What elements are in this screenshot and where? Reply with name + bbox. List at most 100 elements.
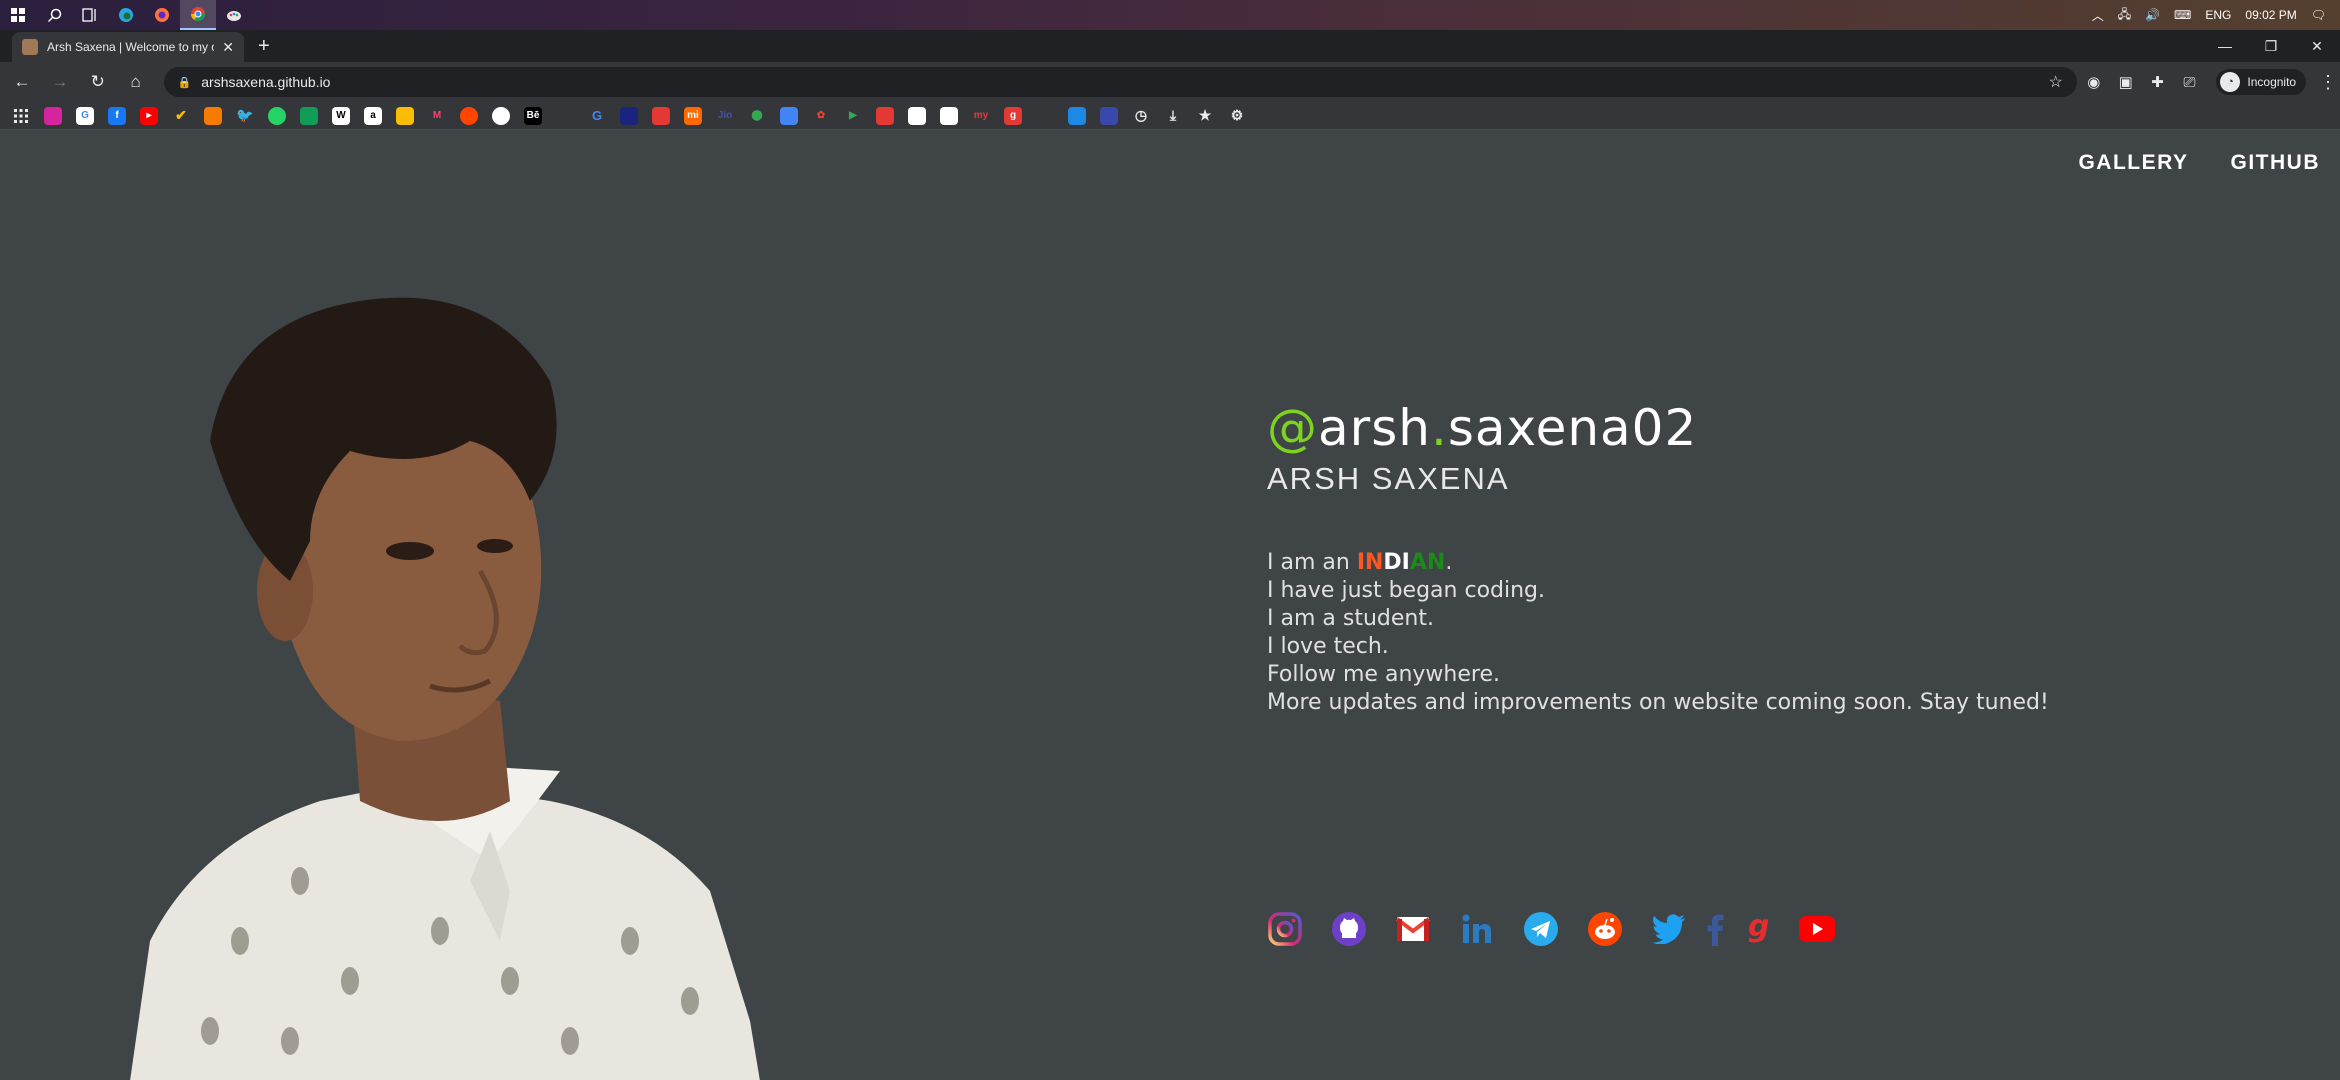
minimize-button[interactable]: — (2202, 30, 2248, 62)
bookmark-grid-app-icon[interactable] (908, 106, 926, 125)
nav-gallery-link[interactable]: GALLERY (2078, 151, 2188, 175)
cast-icon[interactable]: ⎚ (2175, 67, 2205, 97)
firefox-icon[interactable] (144, 0, 180, 30)
bookmark-play-store-icon[interactable]: ▶ (844, 107, 862, 125)
bookmarks-bar: G f ▸ ✔ 🐦 W a M Bē G mi Jio ⬤ ✿ ▶ my g ◷… (0, 102, 2340, 130)
github-icon[interactable] (1329, 909, 1369, 949)
bio-line-4: I love tech. (1267, 634, 1389, 659)
incognito-badge[interactable]: ◔ Incognito (2216, 69, 2307, 95)
bookmark-wikipedia-icon[interactable]: W (332, 106, 350, 125)
tab-favicon (22, 39, 38, 55)
window-controls: — ❐ ✕ (2202, 30, 2340, 62)
bookmark-facebook-icon[interactable]: f (108, 106, 126, 125)
facebook-icon[interactable] (1703, 909, 1727, 949)
bookmark-checkmark-icon[interactable]: ✔ (172, 107, 190, 125)
reload-button[interactable]: ↻ (82, 66, 114, 98)
url-text[interactable]: arshsaxena.github.io (201, 74, 2048, 90)
gmail-icon[interactable] (1393, 909, 1433, 949)
bio-line-5: Follow me anywhere. (1267, 662, 1500, 687)
close-window-button[interactable]: ✕ (2294, 30, 2340, 62)
indian-green: AN (1409, 550, 1446, 575)
new-tab-button[interactable]: + (258, 36, 270, 56)
camera-extension-icon[interactable]: ▣ (2111, 67, 2141, 97)
clock[interactable]: 09:02 PM (2245, 8, 2296, 22)
nav-github-link[interactable]: GITHUB (2231, 151, 2321, 175)
youtube-icon[interactable] (1797, 909, 1837, 949)
linkedin-icon[interactable] (1457, 909, 1497, 949)
browser-toolbar: ← → ↻ ⌂ 🔒 arshsaxena.github.io ☆ ◉ ▣ ✚ ⎚… (0, 62, 2340, 102)
browser-tab[interactable]: Arsh Saxena | Welcome to my offi ✕ (12, 32, 244, 62)
web-page: GALLERY GITHUB @arsh.saxena02 ARSH SAXEN… (0, 131, 2340, 1080)
indian-saffron: IN (1356, 550, 1384, 575)
back-button[interactable]: ← (6, 66, 38, 98)
edge-browser-icon[interactable] (108, 0, 144, 30)
extension-icon[interactable]: ◉ (2079, 67, 2109, 97)
bookmark-whatsapp-icon[interactable] (268, 106, 286, 125)
extensions-puzzle-icon[interactable]: ✚ (2143, 67, 2173, 97)
bookmark-store-icon[interactable] (204, 106, 222, 125)
address-bar[interactable]: 🔒 arshsaxena.github.io ☆ (163, 67, 2077, 97)
twitter-icon[interactable] (1649, 909, 1689, 949)
tab-close-icon[interactable]: ✕ (222, 39, 234, 56)
lock-icon[interactable]: 🔒 (178, 76, 192, 89)
bookmark-myntra-icon[interactable]: M (428, 107, 446, 125)
task-view-icon[interactable] (72, 0, 108, 30)
search-icon[interactable] (36, 0, 72, 30)
bookmark-red-app-icon[interactable] (652, 106, 670, 125)
windows-start-icon[interactable] (0, 0, 36, 30)
language-indicator[interactable]: ENG (2205, 8, 2231, 22)
instagram-icon[interactable] (1265, 909, 1305, 949)
bookmark-github-icon[interactable] (492, 106, 510, 125)
handle-part2: saxena02 (1447, 399, 1698, 457)
bookmark-spacer (1036, 107, 1054, 125)
bookmark-apple-icon[interactable] (556, 107, 574, 125)
bookmark-news-icon[interactable] (620, 106, 638, 125)
incognito-label: Incognito (2247, 75, 2297, 89)
home-button[interactable]: ⌂ (120, 66, 152, 98)
bookmark-google-icon[interactable]: G (76, 106, 94, 125)
bookmark-sheets-icon[interactable] (300, 106, 318, 125)
menu-kebab-icon[interactable]: ⋮ (2316, 72, 2340, 93)
bookmark-star-icon[interactable]: ☆ (2048, 72, 2062, 92)
bookmark-mail-icon[interactable] (876, 106, 894, 125)
windows-taskbar: ︿ 🖧 🔊 ⌨ ENG 09:02 PM 🗨 (0, 0, 2340, 30)
reddit-icon[interactable] (1585, 909, 1625, 949)
bookmark-store-blue-icon[interactable] (1068, 106, 1086, 125)
bookmark-snip-icon[interactable] (940, 106, 958, 125)
restore-button[interactable]: ❐ (2248, 30, 2294, 62)
bookmark-instagram-icon[interactable] (44, 106, 62, 125)
network-icon[interactable]: 🖧 (2118, 5, 2131, 26)
bookmark-reddit-icon[interactable] (460, 106, 478, 125)
bookmark-keep-icon[interactable] (396, 106, 414, 125)
volume-icon[interactable]: 🔊 (2145, 8, 2160, 22)
bio-line-1: I am an INDIAN. (1267, 549, 2049, 577)
bookmark-gaana-icon[interactable]: g (1004, 106, 1022, 125)
bookmark-jio-icon[interactable]: Jio (716, 107, 734, 125)
bookmark-behance-icon[interactable]: Bē (524, 106, 542, 125)
keyboard-icon[interactable]: ⌨ (2174, 8, 2191, 22)
bookmark-chart-icon[interactable] (1100, 106, 1118, 125)
bookmark-youtube-icon[interactable]: ▸ (140, 106, 158, 125)
paint-app-icon[interactable] (216, 0, 252, 30)
bookmark-maps-icon[interactable]: ⬤ (748, 107, 766, 125)
chrome-taskbar-icon[interactable] (180, 0, 216, 30)
forward-button[interactable]: → (44, 66, 76, 98)
telegram-icon[interactable] (1521, 909, 1561, 949)
history-icon[interactable]: ◷ (1132, 107, 1150, 125)
bookmarks-star-icon[interactable]: ★ (1196, 107, 1214, 125)
bookmark-mi-icon[interactable]: mi (684, 106, 702, 125)
bio-line-6: More updates and improvements on website… (1267, 690, 2049, 715)
apps-grid-icon[interactable] (12, 107, 30, 125)
bookmark-photos-icon[interactable]: ✿ (812, 107, 830, 125)
gaana-icon[interactable]: g (1745, 909, 1769, 949)
notifications-icon[interactable]: 🗨 (2311, 8, 2326, 22)
settings-gear-icon[interactable]: ⚙ (1228, 107, 1246, 125)
bookmark-translate-icon[interactable] (780, 106, 798, 125)
handle-part1: arsh (1318, 399, 1431, 457)
bookmark-amazon-icon[interactable]: a (364, 106, 382, 125)
bookmark-twitter-icon[interactable]: 🐦 (236, 107, 254, 125)
bookmark-google-search-icon[interactable]: G (588, 107, 606, 125)
downloads-icon[interactable]: ⤓ (1164, 107, 1182, 125)
chevron-up-icon[interactable]: ︿ (2092, 7, 2104, 24)
bookmark-my-app-icon[interactable]: my (972, 107, 990, 125)
